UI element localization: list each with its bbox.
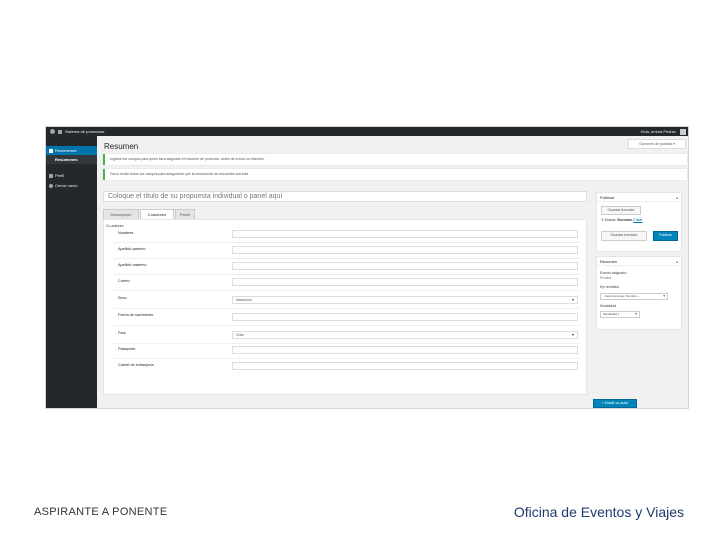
field-label-pais: País bbox=[118, 331, 126, 335]
modality-select[interactable]: Modalidad 1 ▾ bbox=[600, 311, 640, 318]
select-value: Chile bbox=[236, 333, 244, 337]
office-caption: Oficina de Eventos y Viajes bbox=[513, 504, 684, 520]
divider bbox=[114, 242, 580, 243]
divider bbox=[114, 325, 580, 326]
box-title: Resumen bbox=[600, 259, 618, 264]
divider bbox=[114, 308, 580, 309]
event-value: Prueba bbox=[600, 276, 612, 280]
screen-options-button[interactable]: Opciones de pantalla ▾ bbox=[628, 139, 686, 149]
main-content: Opciones de pantalla ▾ Resumen Ingrese l… bbox=[97, 136, 688, 408]
correo-field[interactable] bbox=[232, 278, 578, 286]
carnet-extranjeria-field[interactable] bbox=[232, 362, 578, 370]
pasaporte-field[interactable] bbox=[232, 346, 578, 354]
sidebar-item-cerrar-menu[interactable]: Cerrar menú bbox=[46, 181, 97, 190]
modality-label: Modalidad bbox=[600, 304, 617, 308]
box-title: Publicar bbox=[600, 195, 615, 200]
status-label: Estado: bbox=[604, 218, 617, 222]
divider bbox=[114, 274, 580, 275]
chevron-down-icon: ▾ bbox=[571, 332, 574, 337]
coauthors-panel: Co-autores Nombres Apellido paterno Apel… bbox=[103, 219, 587, 395]
select-value: Modalidad 1 bbox=[603, 312, 620, 316]
key-icon: ⚲ bbox=[601, 218, 604, 222]
publish-button[interactable]: Publicar bbox=[653, 231, 678, 241]
user-greeting[interactable]: Hola, emma Pedraz bbox=[641, 127, 676, 136]
status-edit-link[interactable]: Editar bbox=[633, 218, 642, 222]
wordpress-logo-icon[interactable] bbox=[50, 129, 55, 134]
event-label: Evento asignado: bbox=[600, 271, 628, 275]
apellido-materno-field[interactable] bbox=[232, 262, 578, 270]
field-label-fecha-nacimiento: Fecha de nacimiento bbox=[118, 313, 154, 317]
field-label-apellido-paterno: Apellido paterno bbox=[118, 247, 146, 251]
chevron-down-icon: ▾ bbox=[571, 297, 574, 302]
tab-panel[interactable]: Panel bbox=[175, 209, 195, 219]
sidebar-item-label: Resúmenes bbox=[55, 157, 78, 162]
field-label-apellido-materno: Apellido materno bbox=[118, 263, 147, 267]
avatar[interactable] bbox=[680, 128, 686, 135]
collapse-icon bbox=[49, 183, 53, 188]
pais-select[interactable]: Chile ▾ bbox=[232, 331, 578, 339]
publish-box-header[interactable]: Publicar ▴ bbox=[597, 193, 681, 202]
select-value: Masculino bbox=[236, 298, 252, 302]
title-input[interactable]: Coloque el título de su propuesta indivi… bbox=[103, 191, 587, 202]
thematic-select[interactable]: - Seleccione Eje Temático - ▾ bbox=[600, 293, 668, 300]
divider bbox=[114, 343, 580, 344]
page-title: Resumen bbox=[104, 142, 139, 151]
notice-warning: Favor revise todos los campos para asegu… bbox=[103, 169, 687, 180]
tab-bar: Descripción Coautores Panel bbox=[103, 209, 587, 219]
thematic-label: Eje temático bbox=[600, 285, 620, 289]
admin-screenshot: Sistema de ponencias Hola, emma Pedraz R… bbox=[45, 126, 689, 409]
site-name-link[interactable]: Sistema de ponencias bbox=[65, 127, 104, 136]
divider bbox=[114, 258, 580, 259]
select-value: - Seleccione Eje Temático - bbox=[603, 294, 640, 298]
field-label-sexo: Sexo bbox=[118, 296, 127, 300]
apellido-paterno-field[interactable] bbox=[232, 246, 578, 254]
status-value: Borrador bbox=[617, 218, 633, 222]
preview-button[interactable]: Guardar borrador bbox=[601, 231, 647, 241]
admin-bar: Sistema de ponencias Hola, emma Pedraz bbox=[46, 127, 688, 136]
publish-box: Publicar ▴ Guardar borrador ⚲ Estado: Bo… bbox=[596, 192, 682, 252]
sidebar-item-label: Resúmenes bbox=[55, 148, 77, 153]
role-caption: ASPIRANTE A PONENTE bbox=[34, 506, 168, 518]
status-row: ⚲ Estado: Borrador Editar bbox=[601, 218, 643, 222]
resumen-box: Resumen ▴ Evento asignado: Prueba Eje te… bbox=[596, 256, 682, 330]
fecha-nacimiento-field[interactable] bbox=[232, 313, 578, 321]
section-title: Co-autores bbox=[106, 224, 124, 228]
tab-descripcion[interactable]: Descripción bbox=[103, 209, 139, 219]
chevron-down-icon: ▾ bbox=[635, 312, 637, 316]
admin-sidebar: Resúmenes Resúmenes Perfil Cerrar menú bbox=[46, 136, 97, 408]
divider bbox=[114, 358, 580, 359]
sidebar-item-resumenes[interactable]: Resúmenes bbox=[46, 146, 97, 155]
user-icon bbox=[49, 173, 53, 178]
sidebar-item-label: Cerrar menú bbox=[55, 183, 78, 188]
field-label-carnet-extranjeria: Carnet de extranjería bbox=[118, 363, 154, 367]
field-label-nombres: Nombres bbox=[118, 231, 134, 235]
notice-info: Ingrese los campos para quien sera asign… bbox=[103, 154, 687, 165]
sidebar-item-perfil[interactable]: Perfil bbox=[46, 171, 97, 180]
sidebar-subitem-resumenes[interactable]: Resúmenes bbox=[46, 155, 97, 164]
tab-coautores[interactable]: Coautores bbox=[140, 209, 174, 219]
divider bbox=[114, 290, 580, 291]
resumen-box-header[interactable]: Resumen ▴ bbox=[597, 257, 681, 266]
field-label-pasaporte: Pasaporte bbox=[118, 347, 136, 351]
nombres-field[interactable] bbox=[232, 230, 578, 238]
save-draft-button[interactable]: Guardar borrador bbox=[601, 206, 641, 215]
pin-icon bbox=[49, 148, 53, 153]
sexo-select[interactable]: Masculino ▾ bbox=[232, 296, 578, 304]
home-icon[interactable] bbox=[58, 129, 62, 134]
collapse-arrow-icon[interactable]: ▴ bbox=[676, 193, 678, 202]
sidebar-item-label: Perfil bbox=[55, 173, 65, 178]
slide: Sistema de ponencias Hola, emma Pedraz R… bbox=[0, 0, 720, 540]
chevron-down-icon: ▾ bbox=[663, 294, 665, 298]
field-label-correo: Correo bbox=[118, 279, 130, 283]
add-coauthor-button[interactable]: + Añadir co-autor bbox=[593, 399, 637, 408]
collapse-arrow-icon[interactable]: ▴ bbox=[676, 257, 678, 266]
